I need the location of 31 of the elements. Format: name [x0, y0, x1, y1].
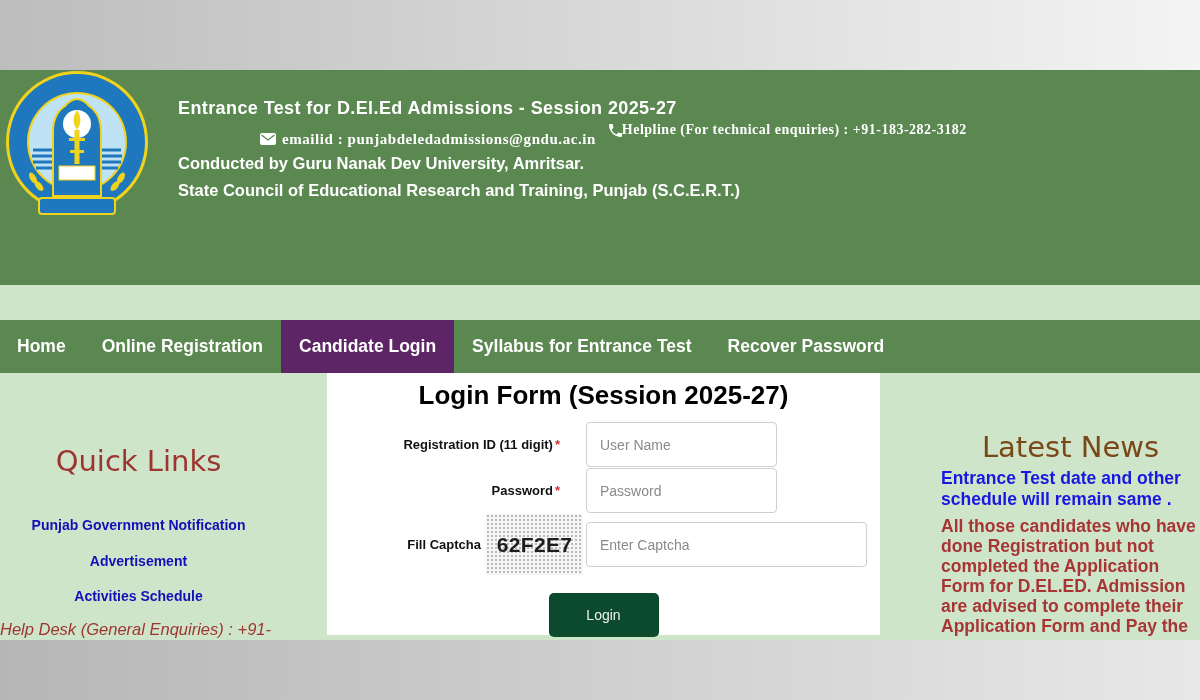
news-text: Entrance Test date and other schedule will remain same .: [941, 468, 1182, 510]
input-field[interactable]: User Name: [586, 422, 777, 467]
quick-link[interactable]: Activities Schedule: [0, 586, 327, 606]
nav-tab[interactable]: Home: [0, 320, 84, 373]
quick-link[interactable]: Advertisement: [0, 550, 327, 571]
field-label: Registration ID (11 digit): [403, 435, 553, 454]
envelope-icon: [260, 133, 276, 145]
help-desk-text: Help Desk (General Enquiries) : +91-: [0, 620, 272, 638]
nav-tab[interactable]: Candidate Login: [281, 320, 455, 373]
input-field[interactable]: Password: [586, 468, 777, 513]
form-title: Login Form (Session 2025-27): [417, 380, 790, 411]
nav-tab[interactable]: Recover Password: [709, 320, 903, 373]
input-field[interactable]: Enter Captcha: [586, 522, 867, 567]
section-heading: Latest News: [980, 429, 1161, 465]
nav-tab[interactable]: Syllabus for Entrance Test: [454, 320, 710, 373]
field-label: Fill Captcha: [407, 535, 481, 554]
required-asterisk: *: [554, 435, 560, 454]
news-text: All those candidates who have done Registration but not completed the Application Form for D.EL.ED. Admission are advised to complete their Application Form and Pay the: [941, 516, 1197, 636]
login-button[interactable]: Login: [548, 593, 659, 637]
header-text: Conducted by Guru Nanak Dev University, Amritsar.: [178, 153, 586, 174]
field-label: Password: [491, 481, 553, 500]
nav-tab[interactable]: Online Registration: [83, 320, 282, 373]
header-text: State Council of Educational Research and Training, Punjab (S.C.E.R.T.): [178, 180, 741, 201]
required-asterisk: *: [554, 481, 560, 500]
helpline-text: Helpline (For technical enquiries) : +91-183-282-3182: [621, 121, 967, 139]
email-text: emailid : punjabdeledadmissions@gndu.ac.in: [282, 130, 596, 149]
captcha-image: 62F2E7: [486, 514, 583, 575]
phone-icon: [608, 123, 622, 137]
quick-link[interactable]: Punjab Government Notification: [0, 515, 327, 535]
site-title: Entrance Test for D.El.Ed Admissions - Session 2025-27: [178, 97, 678, 119]
section-heading: Quick Links: [54, 443, 223, 479]
